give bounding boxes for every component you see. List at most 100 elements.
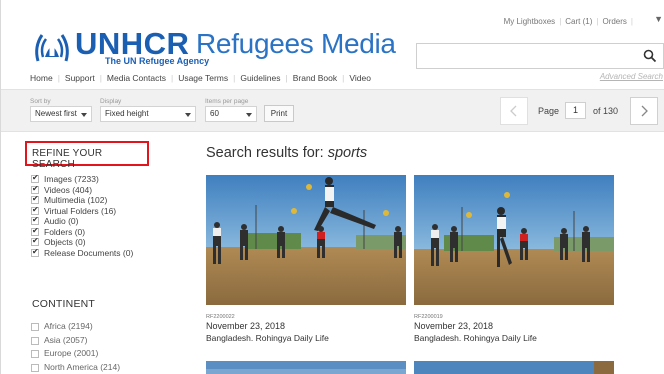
nav-guidelines[interactable]: Guidelines [240, 73, 280, 83]
nav-video[interactable]: Video [349, 73, 371, 83]
separator: | [559, 17, 562, 26]
separator: | [630, 17, 633, 26]
result-thumbnail[interactable] [414, 175, 614, 305]
previous-page-button[interactable] [500, 97, 528, 125]
logo-tagline: The UN Refugee Agency [105, 56, 210, 66]
chevron-down-icon [81, 113, 87, 117]
facet-item-release-documents[interactable]: Release Documents (0) [31, 247, 134, 259]
facet-item-videos[interactable]: Videos (404) [31, 184, 133, 196]
checkbox[interactable] [31, 350, 39, 358]
my-lightboxes-link[interactable]: My Lightboxes [504, 17, 556, 26]
facet-label: Multimedia (102) [44, 195, 108, 205]
nav-usage-terms[interactable]: Usage Terms [178, 73, 228, 83]
sort-value: Newest first [35, 109, 77, 118]
result-caption[interactable]: Bangladesh. Rohingya Daily Life [414, 333, 614, 343]
separator: | [285, 73, 288, 83]
search-icon[interactable] [643, 49, 657, 63]
page: UNHCR The UN Refugee Agency Refugees Med… [0, 0, 664, 374]
nav-home[interactable]: Home [30, 73, 53, 83]
result-id: RF2200022 [206, 314, 235, 320]
unhcr-logo[interactable]: UNHCR The UN Refugee Agency [32, 27, 209, 67]
next-page-button[interactable] [630, 97, 658, 125]
site-header: UNHCR The UN Refugee Agency Refugees Med… [1, 0, 664, 89]
type-facet-list: Images (7233) Videos (404) Multimedia (1… [31, 173, 134, 259]
page-number-input[interactable]: 1 [565, 102, 586, 119]
facet-item-asia[interactable]: Asia (2057) [31, 334, 120, 348]
result-thumbnail-partial[interactable] [414, 361, 614, 374]
separator: | [57, 73, 60, 83]
display-select[interactable]: Fixed height [100, 106, 196, 122]
facet-label: Audio (0) [44, 216, 79, 226]
result-thumbnail[interactable] [206, 175, 406, 305]
photo-partial-image [414, 361, 614, 374]
site-title[interactable]: Refugees Media [196, 28, 396, 60]
advanced-search-link[interactable]: Advanced Search [600, 72, 663, 81]
checkbox[interactable] [31, 205, 39, 215]
sort-group: Sort by Newest first [30, 98, 92, 122]
facet-item-virtual-folders[interactable]: Virtual Folders (16) [31, 205, 133, 217]
facet-item-audio[interactable]: Audio (0) [31, 215, 133, 227]
facet-label: Release Documents (0) [44, 247, 134, 258]
facet-item-north-america[interactable]: North America (214) [31, 361, 120, 374]
separator: | [342, 73, 345, 83]
facet-item-africa[interactable]: Africa (2194) [31, 320, 120, 334]
print-button[interactable]: Print [264, 105, 294, 122]
checkbox[interactable] [31, 363, 39, 372]
checkbox[interactable] [31, 323, 39, 331]
photo-partial-image [206, 361, 406, 374]
checkbox[interactable] [31, 215, 39, 226]
checkbox[interactable] [31, 336, 39, 345]
facet-item-objects[interactable]: Objects (0) [31, 236, 133, 248]
chevron-down-icon [246, 113, 252, 117]
separator: | [596, 17, 599, 26]
nav-brand-book[interactable]: Brand Book [293, 73, 337, 83]
facet-label: Africa (2194) [44, 321, 93, 331]
results-heading: Search results for: sports [206, 145, 367, 161]
per-page-value: 60 [210, 109, 219, 118]
result-card[interactable]: RF2200019 November 23, 2018 Bangladesh. … [414, 175, 614, 343]
search-input[interactable] [416, 43, 664, 69]
nav-support[interactable]: Support [65, 73, 95, 83]
orders-link[interactable]: Orders [602, 17, 626, 26]
main-nav: Home | Support | Media Contacts | Usage Terms |… [30, 73, 371, 83]
facet-label: Europe (2001) [44, 348, 99, 358]
per-page-select[interactable]: 60 [205, 106, 257, 122]
chevron-right-icon [641, 105, 648, 117]
chevron-down-icon [185, 113, 191, 117]
display-label: Display [100, 98, 122, 105]
refine-search-heading: REFINE YOUR SEARCH [25, 141, 149, 170]
checkbox[interactable] [31, 173, 39, 184]
result-date: November 23, 2018 [414, 321, 494, 331]
continent-heading: CONTINENT [32, 298, 96, 310]
facet-item-multimedia[interactable]: Multimedia (102) [31, 194, 133, 206]
result-thumbnail-partial[interactable] [206, 361, 406, 374]
facet-item-images[interactable]: Images (7233) [31, 173, 133, 185]
checkbox[interactable] [31, 247, 39, 257]
checkbox[interactable] [31, 226, 39, 236]
continent-facet-list: Africa (2194) Asia (2057) Europe (2001) … [31, 320, 120, 374]
checkbox[interactable] [31, 184, 39, 194]
checkbox[interactable] [31, 194, 39, 205]
results-heading-prefix: Search results for: [206, 145, 328, 161]
facet-item-europe[interactable]: Europe (2001) [31, 347, 120, 361]
separator: | [99, 73, 102, 83]
facet-label: Asia (2057) [44, 334, 88, 345]
facet-label: Virtual Folders (16) [44, 205, 117, 216]
results-query: sports [327, 145, 368, 161]
result-caption[interactable]: Bangladesh. Rohingya Daily Life [206, 333, 406, 343]
facet-item-folders[interactable]: Folders (0) [31, 226, 133, 238]
top-links: My Lightboxes | Cart (1) | Orders | [504, 17, 637, 26]
result-card[interactable]: RF2200022 November 23, 2018 Bangladesh. … [206, 175, 406, 343]
result-id: RF2200019 [414, 314, 443, 320]
cart-link[interactable]: Cart (1) [565, 17, 592, 26]
facet-label: Videos (404) [44, 184, 93, 195]
sort-select[interactable]: Newest first [30, 106, 92, 122]
checkbox[interactable] [31, 236, 39, 247]
sort-label: Sort by [30, 98, 51, 105]
scroll-up-arrow-icon[interactable]: ▼ [654, 14, 663, 24]
facet-label: Objects (0) [44, 237, 86, 247]
unhcr-emblem-icon [35, 34, 69, 62]
nav-media-contacts[interactable]: Media Contacts [107, 73, 166, 83]
facet-label: Images (7233) [44, 174, 99, 184]
separator: | [233, 73, 236, 83]
